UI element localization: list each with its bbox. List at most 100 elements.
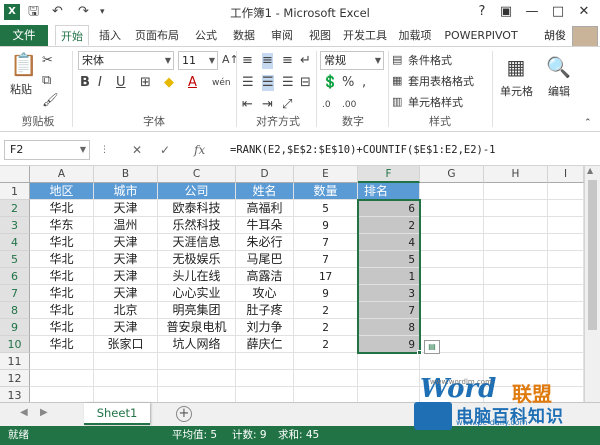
empty-cell[interactable]	[548, 217, 584, 234]
name-box[interactable]: F2 ▼	[4, 140, 90, 160]
maximize-icon[interactable]: □	[544, 2, 572, 22]
sheet-tab-sheet1[interactable]: Sheet1	[84, 403, 150, 425]
table-cell[interactable]: 华北	[30, 251, 94, 268]
empty-cell[interactable]	[358, 353, 420, 370]
number-format-select[interactable]: 常规 ▼	[320, 51, 384, 70]
editing-button[interactable]: 编辑	[548, 83, 570, 99]
empty-cell[interactable]	[30, 370, 94, 387]
cell-style-button[interactable]: 单元格样式	[408, 94, 463, 110]
decrease-decimal-icon[interactable]: .00	[342, 97, 356, 113]
empty-cell[interactable]	[420, 302, 484, 319]
empty-cell[interactable]	[30, 353, 94, 370]
empty-cell[interactable]	[484, 251, 548, 268]
ribbon-display-icon[interactable]: ▣	[492, 2, 520, 22]
column-header-f[interactable]: F	[358, 166, 420, 183]
table-cell[interactable]: 华北	[30, 285, 94, 302]
empty-cell[interactable]	[484, 217, 548, 234]
empty-cell[interactable]	[158, 370, 236, 387]
paste-icon[interactable]: 📋	[10, 53, 37, 79]
currency-icon[interactable]: 💲	[322, 75, 338, 91]
empty-cell[interactable]	[548, 336, 584, 353]
table-cell[interactable]: 朱必行	[236, 234, 294, 251]
font-size-select[interactable]: 11 ▼	[178, 51, 218, 70]
empty-cell[interactable]	[548, 251, 584, 268]
align-right-icon[interactable]: ☰	[282, 75, 294, 91]
table-cell[interactable]: 乐然科技	[158, 217, 236, 234]
conditional-format-button[interactable]: 条件格式	[408, 52, 452, 68]
table-cell[interactable]: 7	[294, 234, 358, 251]
column-header-a[interactable]: A	[30, 166, 94, 183]
table-format-button[interactable]: 套用表格格式	[408, 73, 474, 89]
wrap-text-icon[interactable]: ↵	[300, 53, 311, 69]
table-cell[interactable]: 头儿在线	[158, 268, 236, 285]
empty-cell[interactable]	[236, 353, 294, 370]
empty-cell[interactable]	[548, 302, 584, 319]
tab-addins[interactable]: 加载项	[395, 25, 435, 46]
comma-style-icon[interactable]: ,	[362, 75, 366, 91]
row-header-5[interactable]: 5	[0, 251, 30, 268]
tab-review[interactable]: 审阅	[265, 25, 299, 46]
tab-view[interactable]: 视图	[303, 25, 337, 46]
row-header-4[interactable]: 4	[0, 234, 30, 251]
column-header-b[interactable]: B	[94, 166, 158, 183]
empty-cell[interactable]	[420, 319, 484, 336]
font-color-icon[interactable]: A	[188, 75, 197, 91]
phonetic-icon[interactable]: wén	[212, 75, 231, 91]
table-cell[interactable]: 6	[358, 200, 420, 217]
table-cell[interactable]: 华北	[30, 319, 94, 336]
table-cell[interactable]: 天津	[94, 268, 158, 285]
tab-formulas[interactable]: 公式	[189, 25, 223, 46]
table-cell[interactable]: 明亮集团	[158, 302, 236, 319]
table-cell[interactable]: 华东	[30, 217, 94, 234]
empty-cell[interactable]	[158, 353, 236, 370]
align-bottom-icon[interactable]: ≡	[282, 53, 293, 69]
empty-cell[interactable]	[94, 370, 158, 387]
column-header-g[interactable]: G	[420, 166, 484, 183]
row-header-2[interactable]: 2	[0, 200, 30, 217]
table-header-cell[interactable]: 数量	[294, 183, 358, 200]
empty-cell[interactable]	[420, 353, 484, 370]
table-cell[interactable]: 5	[294, 200, 358, 217]
table-cell[interactable]: 7	[294, 251, 358, 268]
font-name-select[interactable]: 宋体 ▼	[78, 51, 174, 70]
table-cell[interactable]: 薛庆仁	[236, 336, 294, 353]
column-header-c[interactable]: C	[158, 166, 236, 183]
table-cell[interactable]: 高露洁	[236, 268, 294, 285]
empty-cell[interactable]	[294, 353, 358, 370]
table-cell[interactable]: 5	[358, 251, 420, 268]
borders-icon[interactable]: ⊞	[140, 75, 151, 91]
table-cell[interactable]: 2	[358, 217, 420, 234]
empty-cell[interactable]	[484, 319, 548, 336]
empty-cell[interactable]	[420, 268, 484, 285]
empty-cell[interactable]	[484, 285, 548, 302]
table-cell[interactable]: 华北	[30, 234, 94, 251]
table-cell[interactable]: 温州	[94, 217, 158, 234]
align-top-icon[interactable]: ≡	[242, 53, 253, 69]
formula-input[interactable]: =RANK(E2,$E$2:$E$10)+COUNTIF($E$1:E2,E2)…	[230, 140, 596, 160]
increase-indent-icon[interactable]: ⇥	[262, 97, 273, 113]
empty-cell[interactable]	[420, 200, 484, 217]
row-header-9[interactable]: 9	[0, 319, 30, 336]
quick-analysis-icon[interactable]: ▤	[424, 340, 440, 354]
tab-data[interactable]: 数据	[227, 25, 261, 46]
table-cell[interactable]: 天津	[94, 251, 158, 268]
empty-cell[interactable]	[548, 353, 584, 370]
table-cell[interactable]: 华北	[30, 200, 94, 217]
table-cell[interactable]: 高福利	[236, 200, 294, 217]
table-header-cell[interactable]: 地区	[30, 183, 94, 200]
table-cell[interactable]: 华北	[30, 336, 94, 353]
table-cell[interactable]: 心心实业	[158, 285, 236, 302]
row-header-8[interactable]: 8	[0, 302, 30, 319]
empty-cell[interactable]	[484, 234, 548, 251]
table-cell[interactable]: 2	[294, 336, 358, 353]
italic-icon[interactable]: I	[98, 75, 102, 91]
row-header-12[interactable]: 12	[0, 370, 30, 387]
table-header-cell[interactable]: 公司	[158, 183, 236, 200]
tab-file[interactable]: 文件	[0, 25, 48, 46]
empty-cell[interactable]	[548, 268, 584, 285]
increase-decimal-icon[interactable]: .0	[322, 97, 331, 113]
fill-handle[interactable]	[417, 350, 422, 355]
table-cell[interactable]: 天涯信息	[158, 234, 236, 251]
table-cell[interactable]: 天津	[94, 285, 158, 302]
table-cell[interactable]: 张家口	[94, 336, 158, 353]
